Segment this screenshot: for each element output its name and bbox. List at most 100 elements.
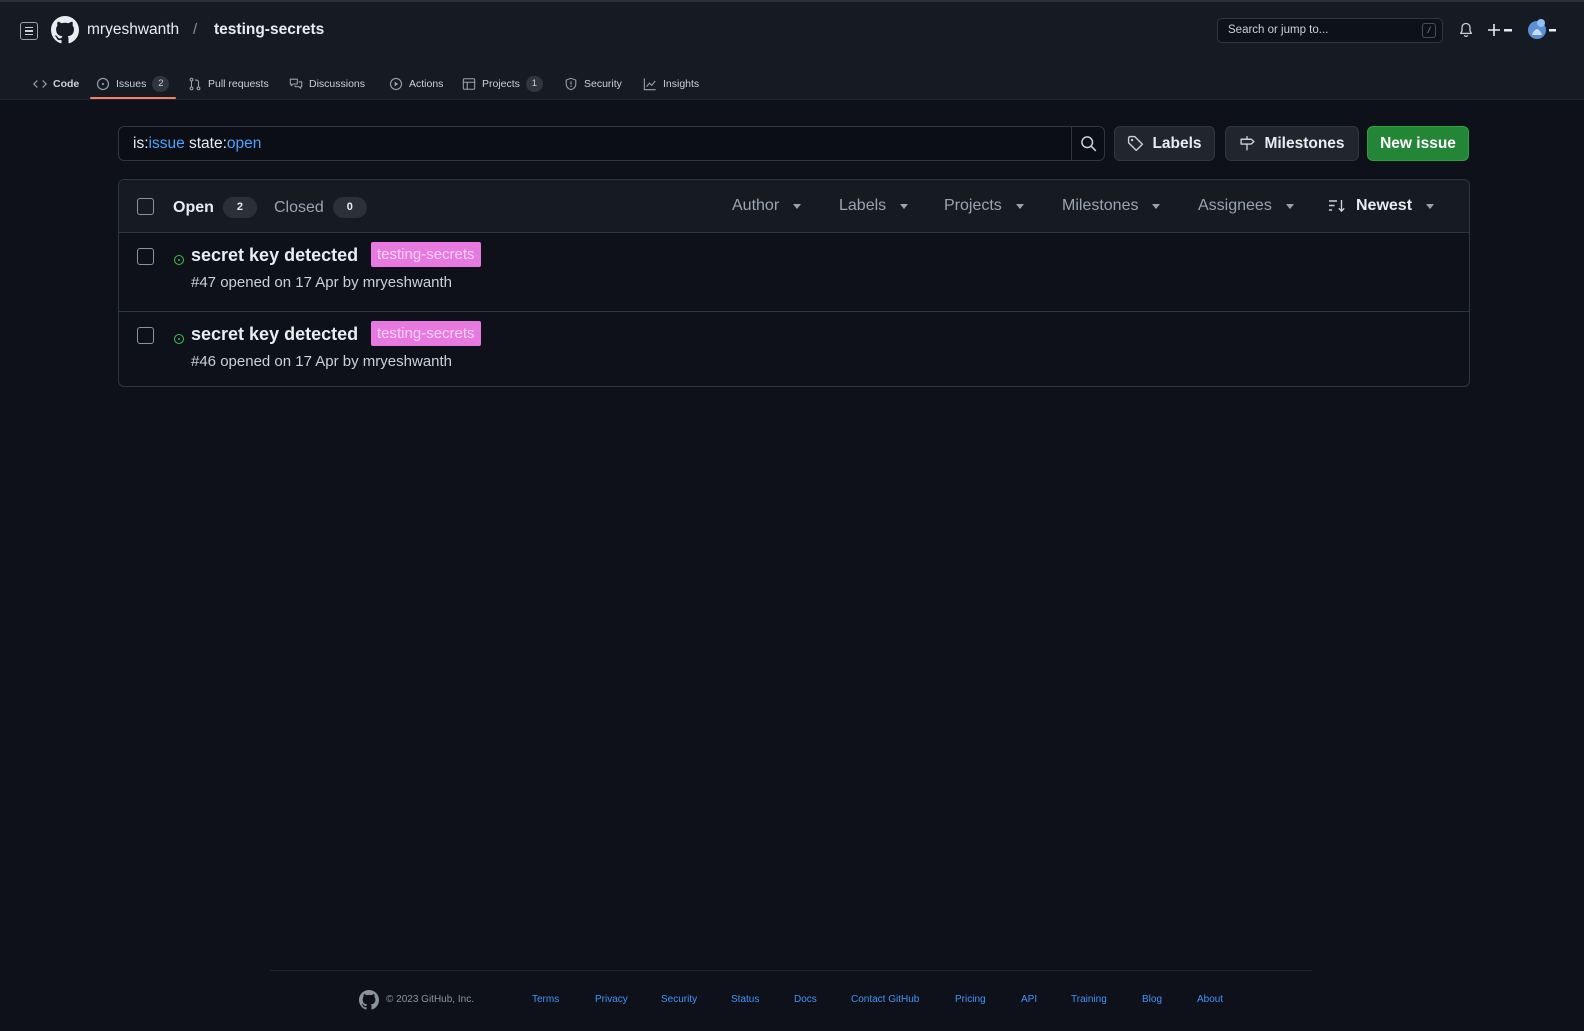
footer-link-pricing[interactable]: Pricing (955, 994, 986, 1005)
repo-navigation: Code Issues 2 Pull requests Discussions … (0, 68, 900, 102)
closed-label: Closed (274, 198, 324, 216)
projects-filter-label: Projects (944, 197, 1002, 214)
graph-icon (643, 78, 656, 91)
tab-code[interactable]: Code (33, 68, 79, 100)
issue-checkbox[interactable] (137, 248, 154, 265)
issue-row[interactable]: secret key detected testing-secrets #47 … (119, 233, 1469, 312)
footer-link-training[interactable]: Training (1071, 994, 1107, 1005)
chevron-down-icon (1015, 203, 1024, 209)
tag-icon (1128, 135, 1144, 152)
tab-label: Actions (409, 78, 444, 90)
assignees-filter-dropdown[interactable]: Assignees (1198, 197, 1294, 215)
issues-filter-input[interactable]: is:issue state:open (118, 126, 1105, 161)
footer-link-blog[interactable]: Blog (1142, 994, 1162, 1005)
footer-link-about[interactable]: About (1197, 994, 1223, 1005)
play-icon (389, 77, 403, 91)
labels-filter-label: Labels (839, 197, 887, 214)
footer-link-contact[interactable]: Contact GitHub (851, 994, 919, 1005)
labels-button-label: Labels (1152, 134, 1202, 152)
closed-count: 0 (332, 197, 367, 218)
footer-link-docs[interactable]: Docs (794, 994, 817, 1005)
milestones-button[interactable]: Milestones (1225, 126, 1359, 161)
tab-issues[interactable]: Issues 2 (96, 68, 170, 100)
new-issue-button[interactable]: New issue (1367, 126, 1469, 161)
create-new-plus-icon[interactable] (1488, 21, 1514, 39)
tab-label: Projects (482, 78, 520, 90)
comment-discussion-icon (289, 78, 303, 89)
tab-projects[interactable]: Projects 1 (462, 68, 543, 100)
projects-filter-dropdown[interactable]: Projects (944, 197, 1024, 215)
assignees-filter-label: Assignees (1198, 197, 1272, 214)
bell-icon[interactable] (1459, 22, 1473, 38)
tab-discussions[interactable]: Discussions (289, 68, 365, 100)
git-pull-request-icon (189, 77, 201, 91)
chevron-down-icon (1152, 203, 1161, 209)
global-search-input[interactable]: Search or jump to... / (1217, 18, 1443, 43)
shield-icon (565, 77, 577, 91)
repo-name-link[interactable]: testing-secrets (214, 21, 324, 39)
search-icon (1081, 136, 1097, 152)
breadcrumb-separator: / (193, 21, 198, 38)
tab-counter: 1 (525, 76, 543, 92)
footer-divider (270, 970, 1312, 971)
issue-checkbox[interactable] (137, 327, 154, 344)
global-header: mryeshwanth / testing-secrets Search or … (0, 0, 1584, 100)
tab-label: Discussions (309, 78, 366, 90)
open-count: 2 (222, 197, 257, 218)
issues-list-header: Open 2 Closed 0 Author Labels Projects M… (119, 180, 1469, 233)
open-label: Open (173, 198, 214, 216)
milestones-filter-label: Milestones (1062, 197, 1139, 214)
chevron-down-icon (900, 203, 909, 209)
issue-opened-icon (173, 333, 185, 345)
footer-link-api[interactable]: API (1021, 994, 1037, 1005)
footer-link-status[interactable]: Status (731, 994, 759, 1005)
milestones-filter-dropdown[interactable]: Milestones (1062, 197, 1161, 215)
sort-label: Newest (1356, 197, 1413, 214)
milestones-button-label: Milestones (1264, 134, 1345, 152)
new-issue-button-label: New issue (1380, 134, 1456, 152)
github-logo-icon[interactable] (51, 16, 79, 44)
tab-pull-requests[interactable]: Pull requests (188, 68, 269, 100)
tab-label: Code (53, 78, 80, 90)
tab-insights[interactable]: Insights (643, 68, 699, 100)
open-issues-tab[interactable]: Open 2 (173, 197, 257, 218)
sort-dropdown[interactable]: Newest (1328, 197, 1435, 215)
footer-link-privacy[interactable]: Privacy (595, 994, 628, 1005)
issue-row[interactable]: secret key detected testing-secrets #46 … (119, 312, 1469, 386)
issue-meta: #47 opened on 17 Apr by mryeshwanth (191, 274, 453, 291)
repo-owner-link[interactable]: mryeshwanth (87, 21, 179, 39)
chevron-down-icon (1426, 203, 1435, 209)
author-filter-label: Author (732, 197, 780, 214)
issue-opened-icon (173, 254, 185, 266)
footer-copyright: © 2023 GitHub, Inc. (386, 994, 474, 1005)
footer-link-security[interactable]: Security (661, 994, 697, 1005)
author-filter-dropdown[interactable]: Author (732, 197, 802, 215)
filter-query: is:issue state:open (133, 135, 262, 152)
search-placeholder: Search or jump to... (1228, 24, 1329, 36)
select-all-checkbox[interactable] (137, 198, 154, 215)
closed-issues-tab[interactable]: Closed 0 (274, 197, 367, 218)
avatar-icon[interactable] (1527, 19, 1557, 41)
menu-icon[interactable] (20, 22, 38, 40)
selected-tab-indicator (90, 97, 176, 99)
labels-button[interactable]: Labels (1114, 126, 1215, 161)
issue-title-link[interactable]: secret key detected (191, 324, 358, 345)
tab-label: Issues (116, 78, 147, 90)
labels-filter-dropdown[interactable]: Labels (839, 197, 909, 215)
code-icon (33, 80, 47, 88)
tab-security[interactable]: Security (564, 68, 622, 100)
issue-label-badge[interactable]: testing-secrets (371, 242, 481, 267)
github-logo-icon[interactable] (359, 990, 379, 1010)
site-footer: © 2023 GitHub, Inc. Terms Privacy Securi… (0, 990, 1584, 1012)
issue-label-badge[interactable]: testing-secrets (371, 321, 481, 346)
footer-link-terms[interactable]: Terms (532, 994, 559, 1005)
tab-label: Security (584, 78, 622, 90)
issue-opened-icon (96, 77, 110, 91)
filter-search-button[interactable] (1071, 126, 1105, 161)
issue-title-link[interactable]: secret key detected (191, 245, 358, 266)
search-shortcut-key: / (1422, 23, 1436, 38)
sort-desc-icon (1329, 200, 1345, 213)
tab-actions[interactable]: Actions (389, 68, 443, 100)
chevron-down-icon (793, 203, 802, 209)
milestone-icon (1240, 136, 1256, 151)
